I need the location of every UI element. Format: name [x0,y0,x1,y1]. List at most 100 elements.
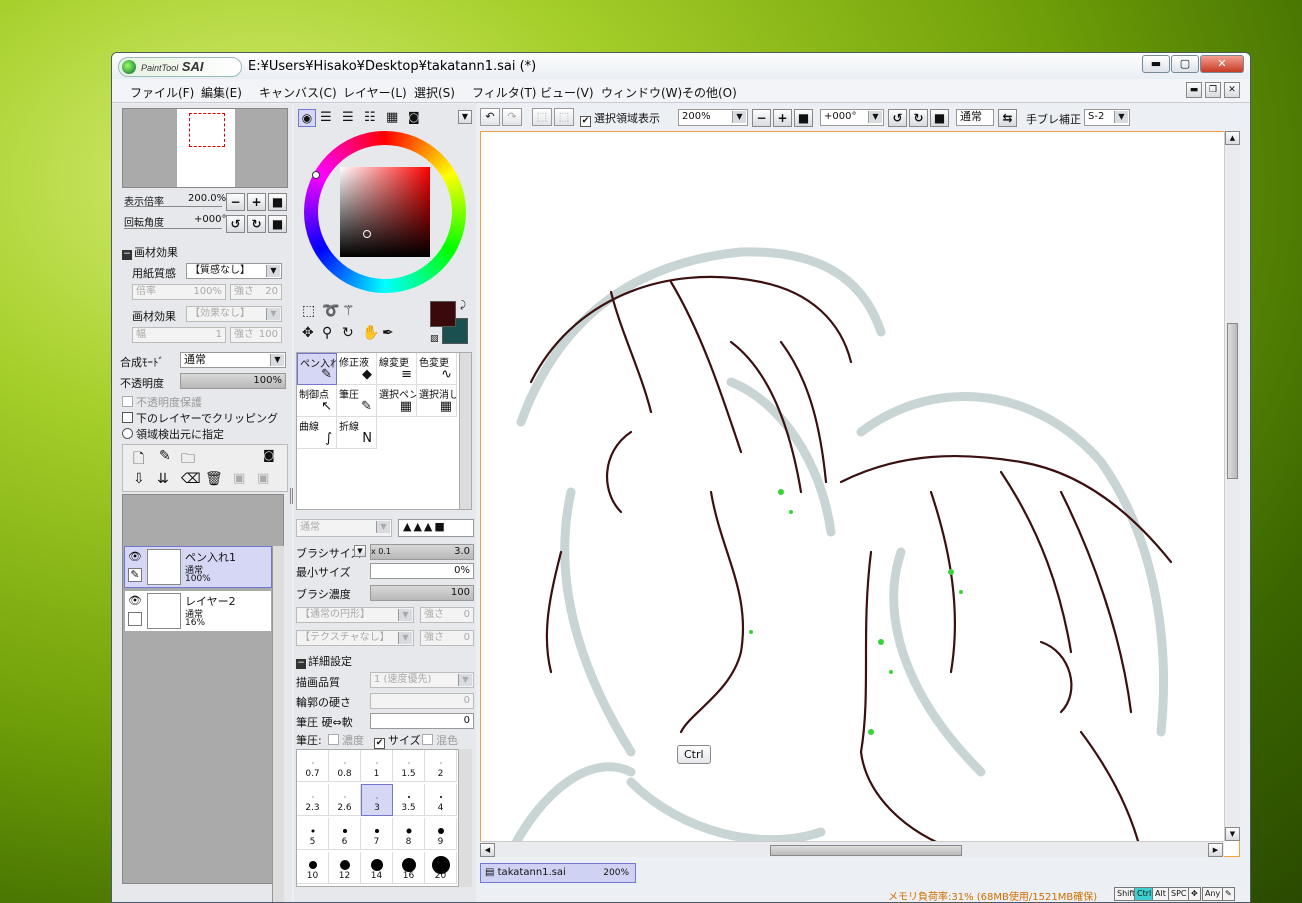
brush-shape-selector[interactable]: ▲▲▲■ [398,519,474,537]
zoom-out-button[interactable]: − [226,193,245,211]
rotate-reset-button[interactable]: ■ [268,215,287,233]
brush-density-bar[interactable]: 100 [370,585,474,601]
brush-shape-strength-field[interactable]: 強さ 0 [420,607,474,623]
invert-selection-icon[interactable]: ⬚ [554,108,574,126]
new-folder-icon[interactable]: 🗀 [181,448,195,472]
scroll-left-icon[interactable]: ◀ [480,843,495,857]
delete-layer-icon[interactable]: 🗑 [205,471,223,487]
color-mixer-tab-icon[interactable]: ☷ [364,110,376,125]
stabilizer-select[interactable]: S-2 ▼ [1084,109,1130,126]
canvas-vertical-scrollbar[interactable]: ▲ ▼ [1224,131,1240,841]
menu-file[interactable]: ファイル(F) [130,84,194,101]
brush-texture-strength-field[interactable]: 強さ 0 [420,630,474,646]
brush-size-cell[interactable]: 0.8 [329,750,361,782]
color-wheel-tab-icon[interactable]: ◉ [298,109,316,127]
rotate-left-button[interactable]: ↺ [226,215,245,233]
menu-canvas[interactable]: キャンバス(C) [259,84,337,101]
brush-size-cell[interactable]: 14 [361,852,393,884]
panel-splitter[interactable] [290,488,293,504]
paper-texture-select[interactable]: 【質感なし】 ▼ [186,263,282,279]
quality-select[interactable]: 1 (速度優先) ▼ [370,672,474,688]
new-pen-layer-icon[interactable]: ✎ [159,448,171,464]
brush-size-cell[interactable]: 3.5 [393,784,425,816]
canvas-rotate-reset-button[interactable]: ■ [930,109,949,127]
menu-edit[interactable]: 編集(E) [201,84,242,101]
brush-size-cell[interactable]: 6 [329,818,361,850]
pressure-hardness-field[interactable]: 0 [370,713,474,729]
tool-grid-scrollbar[interactable] [459,353,471,509]
show-selection-checkbox[interactable]: ✔ 選択領域表示 [580,110,660,127]
canvas-mode-field[interactable]: 通常 [956,109,994,126]
brush-size-cell[interactable]: 5 [297,818,329,850]
menu-filter[interactable]: フィルタ(T) [472,84,536,101]
edge-hardness-field[interactable]: 0 [370,693,474,709]
tool-correction[interactable]: 修正液 ◆ [337,353,377,385]
minimize-button[interactable]: ▬ [1142,55,1170,73]
magic-wand-icon[interactable]: ⚚ [342,303,355,319]
menu-view[interactable]: ビュー(V) [540,84,594,101]
rotate-right-button[interactable]: ↻ [247,215,266,233]
tool-line-change[interactable]: 線変更 ≡ [377,353,417,385]
tool-select-pen[interactable]: 選択ペン ▦ [377,385,417,417]
eye-icon[interactable]: 👁 [128,550,142,563]
brush-size-cell[interactable]: 0.7 [297,750,329,782]
flip-horizontal-button[interactable]: ⇆ [998,109,1017,127]
opacity-bar[interactable]: 100% [180,373,286,389]
hsv-slider-tab-icon[interactable]: ☰ [342,110,354,125]
tool-pressure[interactable]: 筆圧 ✎ [337,385,377,417]
scratchpad-tab-icon[interactable]: ◙ [408,110,420,124]
document-tab[interactable]: ▤ takatann1.sai 200% [480,863,636,883]
brush-size-cell[interactable]: 2.3 [297,784,329,816]
canvas-zoom-reset-button[interactable]: ■ [794,109,813,127]
brush-shape-icons[interactable]: ▲▲▲■ [403,520,447,533]
swap-colors-icon[interactable]: ⤸ [460,300,466,311]
zoom-reset-button[interactable]: ■ [268,193,287,211]
zoom-slider[interactable] [124,206,222,209]
paper-strength-field[interactable]: 強さ 20 [230,284,282,300]
rect-select-icon[interactable]: ⬚ [302,303,315,319]
brush-size-cell[interactable]: 2.6 [329,784,361,816]
paper-magnification-field[interactable]: 倍率 100% [132,284,226,300]
min-size-field[interactable]: 0% [370,563,474,579]
primary-color-swatch[interactable] [430,301,456,327]
tool-polyline[interactable]: 折線 N [337,417,377,449]
scroll-down-icon[interactable]: ▼ [1225,827,1240,841]
swatch-tab-icon[interactable]: ▦ [386,110,398,125]
brush-size-cell[interactable]: 2 [425,750,457,782]
lasso-icon[interactable]: ➰ [322,303,339,319]
brush-size-cell[interactable]: 9 [425,818,457,850]
canvas-zoom-in-button[interactable]: + [773,109,792,127]
mdi-restore-button[interactable]: ❐ [1205,82,1221,98]
navigator-viewport[interactable] [189,113,225,147]
transfer-down-icon[interactable]: ⇩ [133,471,145,487]
merge-down-icon[interactable]: ⇊ [157,471,169,487]
menu-other[interactable]: その他(O) [682,84,737,101]
effect-width-field[interactable]: 幅1 [132,327,226,343]
eye-icon[interactable]: 👁 [128,594,142,607]
effect-select[interactable]: 【効果なし】 ▼ [186,306,282,322]
scroll-up-icon[interactable]: ▲ [1225,131,1240,145]
brush-size-cell[interactable]: 4 [425,784,457,816]
deselect-icon[interactable]: ⬚ [532,108,552,126]
canvas-rotate-right-button[interactable]: ↻ [909,109,928,127]
maximize-button[interactable]: ▢ [1171,55,1199,73]
blend-mode-select[interactable]: 通常 ▼ [180,352,286,368]
rotate-icon[interactable]: ↻ [342,325,354,341]
sv-square[interactable] [340,167,430,257]
redo-icon[interactable]: ↷ [502,108,522,126]
sv-cursor[interactable] [363,230,371,238]
canvas-horizontal-scrollbar[interactable]: ◀ ▶ [480,841,1224,857]
layer-item[interactable]: 👁 レイヤー2 通常 16% [124,590,272,632]
close-button[interactable]: ✕ [1200,55,1244,73]
move-icon[interactable]: ✥ [302,325,314,341]
brush-grid-scrollbar[interactable] [458,749,472,887]
vertical-scroll-thumb[interactable] [1227,323,1238,479]
texture-header[interactable]: − 画材効果 [122,244,178,260]
undo-icon[interactable]: ↶ [480,108,500,126]
canvas-rotation-select[interactable]: +000° ▼ [820,109,884,126]
brush-size-cell[interactable]: 8 [393,818,425,850]
hue-cursor[interactable] [312,171,320,179]
tool-pen-line[interactable]: ペン入れ ✎ [297,353,337,385]
panel-menu-chevron-icon[interactable]: ▼ [458,110,472,124]
effect-strength-field[interactable]: 強さ 100 [230,327,282,343]
